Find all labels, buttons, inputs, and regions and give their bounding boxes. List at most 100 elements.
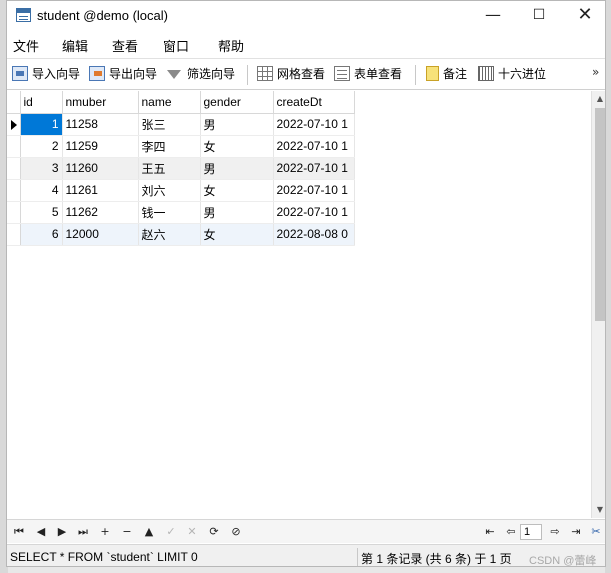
cell-id[interactable]: 5 <box>20 201 63 224</box>
column-header-name[interactable]: name <box>138 91 201 114</box>
export-icon <box>89 66 105 81</box>
cell-gender[interactable]: 女 <box>200 179 274 202</box>
memo-icon <box>426 66 439 81</box>
last-record-icon[interactable]: ⏭ <box>75 524 91 540</box>
status-sql-query: SELECT * FROM `student` LIMIT 0 <box>10 550 198 564</box>
cell-name[interactable]: 钱一 <box>138 201 201 224</box>
cell-nmuber[interactable]: 11259 <box>62 135 139 158</box>
close-button[interactable]: ✕ <box>562 1 605 31</box>
column-header-id[interactable]: id <box>20 91 63 114</box>
discard-changes-icon[interactable]: ✕ <box>184 524 200 540</box>
row-indicator[interactable] <box>7 135 21 158</box>
cell-createdt[interactable]: 2022-07-10 1 <box>273 179 355 202</box>
delete-record-icon[interactable]: − <box>119 524 135 540</box>
table-row[interactable]: 6 12000 赵六 女 2022-08-08 0 <box>7 223 355 246</box>
cell-name[interactable]: 李四 <box>138 135 201 158</box>
grid-view-button[interactable]: 网格查看 <box>257 66 325 84</box>
cell-name[interactable]: 刘六 <box>138 179 201 202</box>
column-header-createdt[interactable]: createDt <box>273 91 355 114</box>
toolbar-separator <box>247 65 248 85</box>
cell-name[interactable]: 王五 <box>138 157 201 180</box>
cell-nmuber[interactable]: 11260 <box>62 157 139 180</box>
export-wizard-label: 导出向导 <box>109 67 158 81</box>
hex-button[interactable]: 十六进位 <box>478 66 546 84</box>
grid-view-label: 网格查看 <box>277 67 326 81</box>
table-row[interactable]: 5 11262 钱一 男 2022-07-10 1 <box>7 201 355 224</box>
cell-id[interactable]: 6 <box>20 223 63 246</box>
row-indicator[interactable] <box>7 113 21 136</box>
cell-createdt[interactable]: 2022-07-10 1 <box>273 157 355 180</box>
table-row[interactable]: 1 11258 张三 男 2022-07-10 1 <box>7 113 355 136</box>
move-up-icon[interactable]: ▲ <box>141 524 157 540</box>
cell-id[interactable]: 1 <box>20 113 63 136</box>
export-wizard-button[interactable]: 导出向导 <box>89 66 157 84</box>
last-page-icon[interactable]: ⇥ <box>568 524 584 540</box>
toolbar-more-icon[interactable]: » <box>592 65 599 79</box>
row-indicator[interactable] <box>7 157 21 180</box>
filter-wizard-button[interactable]: 筛选向导 <box>167 66 235 84</box>
stop-icon[interactable]: ⊘ <box>228 524 244 540</box>
apply-changes-icon[interactable]: ✓ <box>163 524 179 540</box>
cell-name[interactable]: 赵六 <box>138 223 201 246</box>
settings-tools-icon[interactable]: ✂ <box>588 524 604 540</box>
cell-gender[interactable]: 女 <box>200 135 274 158</box>
vertical-scrollbar[interactable]: ▲ ▼ <box>591 91 605 518</box>
menu-edit[interactable]: 编辑 <box>62 36 88 55</box>
import-icon <box>12 66 28 81</box>
cell-gender[interactable]: 男 <box>200 113 274 136</box>
first-page-icon[interactable]: ⇤ <box>482 524 498 540</box>
cell-nmuber[interactable]: 11262 <box>62 201 139 224</box>
table-row[interactable]: 4 11261 刘六 女 2022-07-10 1 <box>7 179 355 202</box>
row-indicator[interactable] <box>7 179 21 202</box>
column-header-nmuber[interactable]: nmuber <box>62 91 139 114</box>
table-row[interactable]: 2 11259 李四 女 2022-07-10 1 <box>7 135 355 158</box>
menu-help[interactable]: 帮助 <box>218 36 244 55</box>
add-record-icon[interactable]: + <box>97 524 113 540</box>
cell-createdt[interactable]: 2022-07-10 1 <box>273 135 355 158</box>
page-number-input[interactable]: 1 <box>520 524 542 540</box>
toolbar: 导入向导 导出向导 筛选向导 网格查看 表单查看 备注 十六进位 » <box>7 58 605 90</box>
menu-file[interactable]: 文件 <box>13 36 39 55</box>
form-view-label: 表单查看 <box>354 67 403 81</box>
row-indicator[interactable] <box>7 223 21 246</box>
cell-id[interactable]: 4 <box>20 179 63 202</box>
form-view-button[interactable]: 表单查看 <box>334 66 402 84</box>
csdn-watermark: CSDN @蕾峰 <box>529 555 597 567</box>
cell-id[interactable]: 3 <box>20 157 63 180</box>
data-grid[interactable]: id nmuber name gender createDt 1 11258 张… <box>7 91 591 518</box>
import-wizard-button[interactable]: 导入向导 <box>12 66 80 84</box>
previous-page-icon[interactable]: ⇦ <box>503 524 519 540</box>
row-indicator[interactable] <box>7 201 21 224</box>
memo-button[interactable]: 备注 <box>426 66 467 84</box>
cell-gender[interactable]: 男 <box>200 201 274 224</box>
column-header-gender[interactable]: gender <box>200 91 274 114</box>
previous-record-icon[interactable]: ◀ <box>33 524 49 540</box>
next-page-icon[interactable]: ⇨ <box>547 524 563 540</box>
cell-nmuber[interactable]: 12000 <box>62 223 139 246</box>
cell-createdt[interactable]: 2022-08-08 0 <box>273 223 355 246</box>
cell-nmuber[interactable]: 11261 <box>62 179 139 202</box>
cell-createdt[interactable]: 2022-07-10 1 <box>273 113 355 136</box>
cell-gender[interactable]: 女 <box>200 223 274 246</box>
next-record-icon[interactable]: ▶ <box>54 524 70 540</box>
menu-view[interactable]: 查看 <box>112 36 138 55</box>
cell-id[interactable]: 2 <box>20 135 63 158</box>
window-title: student @demo (local) <box>37 8 168 23</box>
title-bar: student @demo (local) — ☐ ✕ <box>7 1 605 31</box>
cell-createdt[interactable]: 2022-07-10 1 <box>273 201 355 224</box>
first-record-icon[interactable]: ⏮ <box>11 524 27 540</box>
scrollbar-thumb[interactable] <box>595 108 605 321</box>
menu-window[interactable]: 窗口 <box>163 36 189 55</box>
scroll-down-icon[interactable]: ▼ <box>592 502 605 518</box>
cell-gender[interactable]: 男 <box>200 157 274 180</box>
refresh-icon[interactable]: ⟳ <box>206 524 222 540</box>
minimize-button[interactable]: — <box>470 1 516 31</box>
maximize-button[interactable]: ☐ <box>516 1 562 31</box>
scroll-up-icon[interactable]: ▲ <box>592 91 605 107</box>
current-row-pointer-icon <box>11 119 17 130</box>
cell-name[interactable]: 张三 <box>138 113 201 136</box>
toolbar-separator <box>415 65 416 85</box>
memo-label: 备注 <box>443 67 468 81</box>
cell-nmuber[interactable]: 11258 <box>62 113 139 136</box>
table-row[interactable]: 3 11260 王五 男 2022-07-10 1 <box>7 157 355 180</box>
